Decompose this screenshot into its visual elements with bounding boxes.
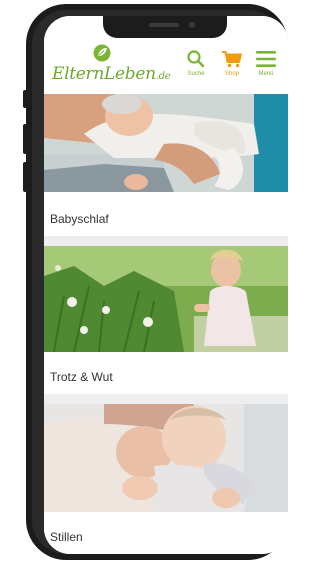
topic-card-babyschlaf[interactable]: Babyschlaf: [44, 94, 288, 236]
search-label: Suche: [187, 71, 205, 77]
cart-icon: [222, 51, 242, 68]
card-title: Babyschlaf: [50, 212, 109, 226]
site-logo[interactable]: ElternLeben.de: [52, 64, 171, 84]
menu-button[interactable]: Menü: [252, 50, 280, 77]
topic-card-stillen[interactable]: Stillen: [44, 404, 288, 554]
topic-card-trotz-wut[interactable]: Trotz & Wut: [44, 246, 288, 394]
logo-domain: .de: [155, 71, 171, 82]
sleeping-baby-image: [44, 94, 288, 192]
search-button[interactable]: Suche: [182, 50, 210, 77]
menu-label: Menü: [258, 71, 274, 77]
breastfeeding-baby-image: [44, 404, 288, 512]
leaf-logo-icon: [93, 44, 111, 62]
speaker-grille: [149, 23, 179, 27]
hamburger-menu-icon: [256, 51, 276, 67]
card-title: Stillen: [50, 530, 83, 544]
shop-button[interactable]: Shop: [218, 50, 246, 77]
phone-notch: [103, 16, 227, 38]
search-icon: [187, 50, 205, 68]
front-camera: [189, 22, 195, 28]
card-title: Trotz & Wut: [50, 370, 113, 384]
shop-label: Shop: [224, 71, 239, 77]
phone-screen: ElternLeben.de Suche Shop Menü Babyschla…: [44, 16, 288, 554]
toddler-meadow-image: [44, 246, 288, 352]
logo-text: ElternLeben: [52, 64, 156, 84]
